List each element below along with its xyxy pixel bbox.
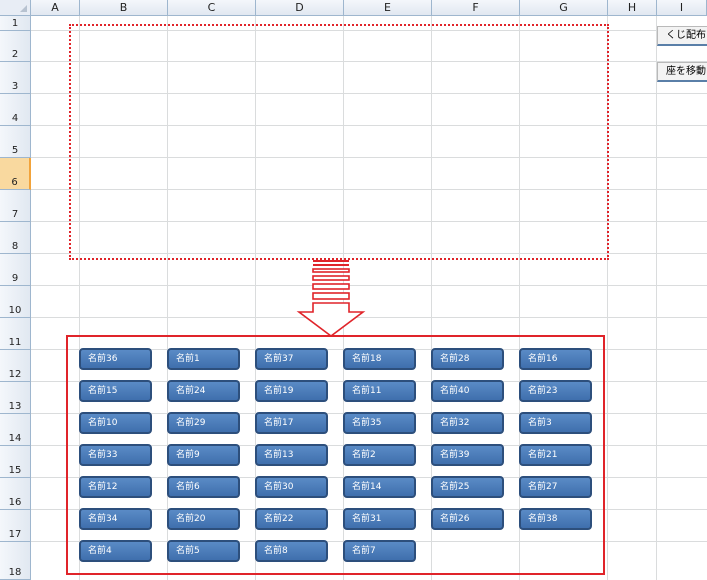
row-header-13[interactable]: 13 (0, 382, 31, 414)
name-button[interactable]: 名前16 (519, 348, 592, 370)
name-button[interactable]: 名前9 (167, 444, 240, 466)
column-header-a[interactable]: A (31, 0, 80, 16)
name-button[interactable]: 名前13 (255, 444, 328, 466)
select-all-triangle-icon (20, 5, 27, 12)
row-number: 4 (11, 113, 19, 124)
name-button[interactable]: 名前34 (79, 508, 152, 530)
column-header-d[interactable]: D (256, 0, 344, 16)
row-header-8[interactable]: 8 (0, 222, 31, 254)
grid-line (656, 16, 657, 580)
column-header-f[interactable]: F (432, 0, 520, 16)
row-header-12[interactable]: 12 (0, 350, 31, 382)
row-header-14[interactable]: 14 (0, 414, 31, 446)
down-arrow-icon (296, 260, 366, 337)
row-header-1[interactable]: 1 (0, 16, 31, 31)
name-button[interactable]: 名前36 (79, 348, 152, 370)
column-header-g[interactable]: G (520, 0, 608, 16)
name-button[interactable]: 名前17 (255, 412, 328, 434)
name-button[interactable]: 名前24 (167, 380, 240, 402)
name-button[interactable]: 名前6 (167, 476, 240, 498)
name-button[interactable]: 名前28 (431, 348, 504, 370)
name-button[interactable]: 名前8 (255, 540, 328, 562)
column-header-i[interactable]: I (657, 0, 707, 16)
lottery-distribute-button[interactable]: くじ配布 (657, 26, 707, 46)
row-header-17[interactable]: 17 (0, 510, 31, 542)
name-button[interactable]: 名前27 (519, 476, 592, 498)
name-button[interactable]: 名前29 (167, 412, 240, 434)
spreadsheet-grid[interactable]: ABCDEFGHI 1 2 3 4 5 6 7 8 9 10 11 12 13 14 15 16 17 18 名前… (0, 0, 707, 580)
name-button[interactable]: 名前20 (167, 508, 240, 530)
name-button[interactable]: 名前7 (343, 540, 416, 562)
row-header-16[interactable]: 16 (0, 478, 31, 510)
row-number: 2 (11, 49, 19, 60)
column-header-h[interactable]: H (608, 0, 657, 16)
row-number: 18 (8, 567, 22, 578)
name-button[interactable]: 名前23 (519, 380, 592, 402)
name-button[interactable]: 名前35 (343, 412, 416, 434)
name-button[interactable]: 名前19 (255, 380, 328, 402)
grid-line (31, 317, 707, 318)
row-number: 10 (8, 305, 22, 316)
name-button[interactable]: 名前32 (431, 412, 504, 434)
row-header-4[interactable]: 4 (0, 94, 31, 126)
row-header-6[interactable]: 6 (0, 158, 31, 190)
row-number: 15 (8, 465, 22, 476)
name-button[interactable]: 名前30 (255, 476, 328, 498)
move-seat-button[interactable]: 座を移動 (657, 62, 707, 82)
name-button[interactable]: 名前3 (519, 412, 592, 434)
row-number: 17 (8, 529, 22, 540)
row-number: 5 (11, 145, 19, 156)
row-number: 16 (8, 497, 22, 508)
name-button[interactable]: 名前33 (79, 444, 152, 466)
name-button[interactable]: 名前18 (343, 348, 416, 370)
row-header-11[interactable]: 11 (0, 318, 31, 350)
row-number: 7 (11, 209, 19, 220)
name-button[interactable]: 名前39 (431, 444, 504, 466)
row-header-9[interactable]: 9 (0, 254, 31, 286)
source-area-dotted-box (69, 24, 609, 260)
row-number: 11 (8, 337, 22, 348)
name-button[interactable]: 名前5 (167, 540, 240, 562)
row-number: 1 (11, 18, 19, 29)
name-button[interactable]: 名前21 (519, 444, 592, 466)
row-number: 13 (8, 401, 22, 412)
name-button[interactable]: 名前38 (519, 508, 592, 530)
row-header-3[interactable]: 3 (0, 62, 31, 94)
name-button[interactable]: 名前2 (343, 444, 416, 466)
column-header-b[interactable]: B (80, 0, 168, 16)
name-button[interactable]: 名前31 (343, 508, 416, 530)
name-button[interactable]: 名前15 (79, 380, 152, 402)
row-number: 8 (11, 241, 19, 252)
row-number: 14 (8, 433, 22, 444)
grid-line (31, 285, 707, 286)
name-button[interactable]: 名前1 (167, 348, 240, 370)
name-button[interactable]: 名前22 (255, 508, 328, 530)
name-button[interactable]: 名前12 (79, 476, 152, 498)
row-header-5[interactable]: 5 (0, 126, 31, 158)
row-header-15[interactable]: 15 (0, 446, 31, 478)
name-button[interactable]: 名前4 (79, 540, 152, 562)
name-button[interactable]: 名前40 (431, 380, 504, 402)
name-button[interactable]: 名前11 (343, 380, 416, 402)
row-header-18[interactable]: 18 (0, 542, 31, 580)
column-header-e[interactable]: E (344, 0, 432, 16)
name-button[interactable]: 名前26 (431, 508, 504, 530)
name-button[interactable]: 名前10 (79, 412, 152, 434)
row-number: 3 (11, 81, 19, 92)
row-header-10[interactable]: 10 (0, 286, 31, 318)
name-button[interactable]: 名前37 (255, 348, 328, 370)
column-header-c[interactable]: C (168, 0, 256, 16)
row-number: 9 (11, 273, 19, 284)
row-header-7[interactable]: 7 (0, 190, 31, 222)
row-number: 12 (8, 369, 22, 380)
name-button[interactable]: 名前14 (343, 476, 416, 498)
select-all-corner[interactable] (0, 0, 31, 16)
row-number: 6 (11, 177, 18, 188)
name-button[interactable]: 名前25 (431, 476, 504, 498)
row-header-2[interactable]: 2 (0, 31, 31, 62)
